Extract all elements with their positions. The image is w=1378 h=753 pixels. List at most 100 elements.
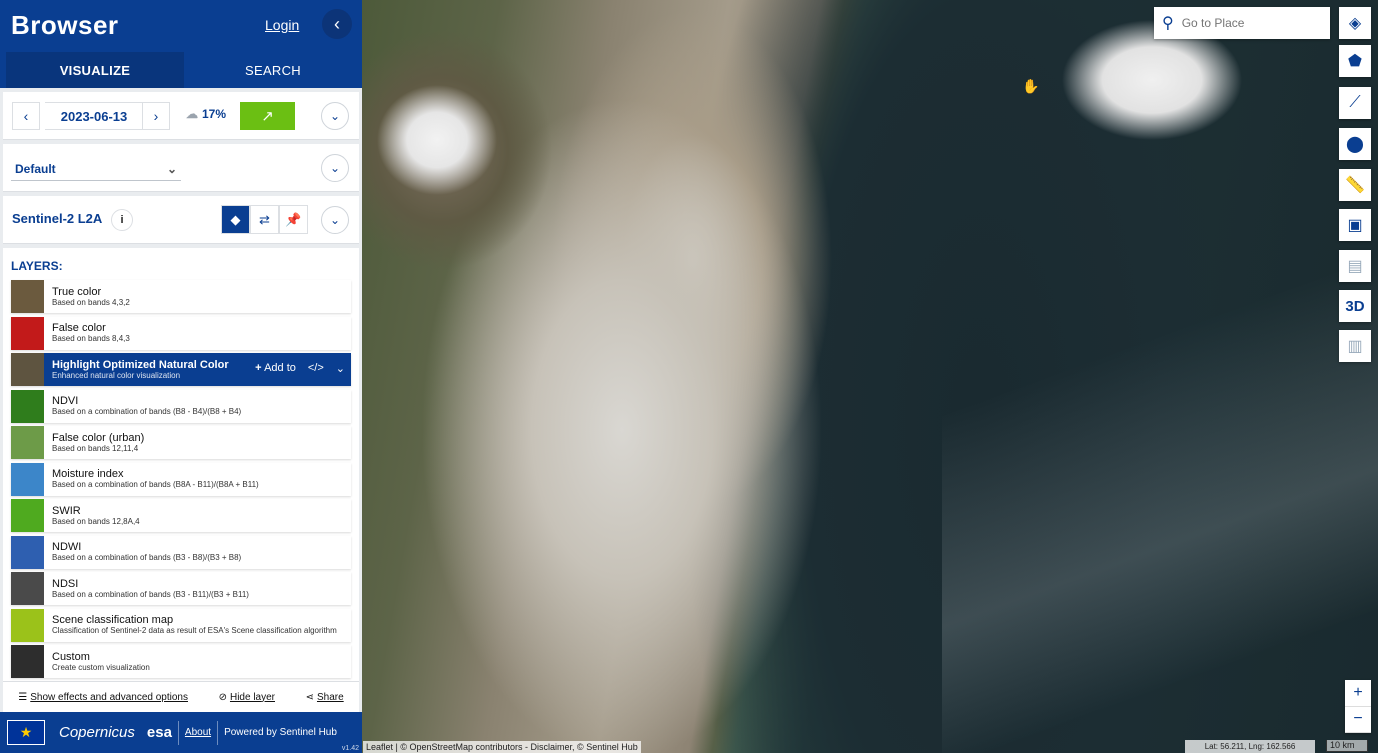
divider — [177, 720, 179, 745]
chevron-down-icon[interactable]: ⌄ — [321, 102, 349, 130]
layer-item[interactable]: False color Based on bands 8,4,3 — [11, 316, 351, 350]
sliders-icon[interactable]: ⇄ — [250, 205, 279, 234]
layer-item[interactable]: False color (urban) Based on bands 12,11,… — [11, 426, 351, 459]
layer-thumbnail — [11, 572, 44, 605]
layer-description: Based on a combination of bands (B3 - B8… — [52, 553, 242, 562]
cloud-coverage[interactable]: ☁ 17% — [186, 107, 226, 121]
layer-item[interactable]: NDWI Based on a combination of bands (B3 … — [11, 535, 351, 569]
layer-description: Classification of Sentinel-2 data as res… — [52, 626, 337, 635]
layers-panel: LAYERS: True color Based on bands 4,3,2 Fa… — [3, 248, 359, 682]
tab-search[interactable]: SEARCH — [184, 52, 362, 88]
image-download-icon[interactable]: ▣ — [1339, 209, 1371, 241]
arrow-up-right-icon[interactable]: ↗ — [240, 102, 295, 130]
copernicus-logo-text: opernicus — [69, 724, 135, 741]
login-link[interactable]: Login — [265, 17, 299, 33]
eu-flag-logo: ★ — [7, 720, 45, 745]
layer-thumbnail — [11, 316, 44, 350]
esa-logo[interactable]: eesasa — [147, 724, 172, 741]
footer: ★ Copernicus eesasa About Powered by Sen… — [0, 712, 362, 753]
date-field[interactable]: 2023-06-13 — [45, 102, 143, 130]
layer-description: Based on bands 4,3,2 — [52, 297, 130, 307]
zoom-control: + − — [1345, 680, 1371, 733]
about-link[interactable]: About — [185, 727, 211, 738]
hide-layer-link[interactable]: ⊘ Hide layer — [219, 692, 275, 703]
chart-icon[interactable]: ▥ — [1339, 330, 1371, 362]
layer-text: NDVI Based on a combination of bands (B8 … — [52, 395, 241, 417]
layer-item[interactable]: NDVI Based on a combination of bands (B8 … — [11, 389, 351, 423]
layer-thumbnail — [11, 426, 44, 459]
layer-thumbnail — [11, 353, 44, 386]
layer-item[interactable]: Highlight Optimized Natural Color Enhance… — [11, 353, 351, 386]
zoom-out-button[interactable]: − — [1345, 707, 1371, 733]
tab-bar: VISUALIZE SEARCH — [0, 52, 362, 88]
pin-icon[interactable]: 📌 — [279, 205, 308, 234]
search-icon: ⚲ — [1162, 15, 1174, 32]
chevron-down-icon[interactable]: ⌄ — [321, 154, 349, 182]
layers-icon[interactable]: ◈ — [1339, 7, 1371, 39]
layer-item[interactable]: Scene classification map Classification o… — [11, 608, 351, 642]
polygon-icon[interactable]: ⬟ — [1339, 45, 1371, 77]
layer-description: Based on bands 12,8A,4 — [52, 516, 140, 526]
zoom-in-button[interactable]: + — [1345, 680, 1371, 707]
layer-item[interactable]: Custom Create custom visualization — [11, 645, 351, 678]
layer-title: Scene classification map — [52, 614, 174, 626]
film-icon[interactable]: ▤ — [1339, 250, 1371, 282]
layer-title: NDSI — [52, 577, 79, 590]
chevron-left-icon[interactable]: ‹ — [12, 102, 40, 130]
add-to-button[interactable]: + Add to — [255, 362, 296, 375]
layer-item[interactable]: SWIR Based on bands 12,8A,4 — [11, 499, 351, 532]
layers-icon[interactable]: ◆ — [221, 205, 250, 234]
layer-text: False color (urban) Based on bands 12,11,… — [52, 432, 144, 454]
layer-thumbnail — [11, 389, 44, 423]
code-icon[interactable]: </> — [308, 362, 324, 375]
layer-text: NDWI Based on a combination of bands (B3 … — [52, 541, 241, 563]
chevron-down-icon[interactable]: ⌄ — [321, 206, 349, 234]
scale-bar: 10 km — [1326, 740, 1368, 752]
marker-icon[interactable]: ⬤ — [1339, 128, 1371, 160]
cloud-coverage-value: 17% — [202, 107, 227, 121]
layer-item[interactable]: NDSI Based on a combination of bands (B3 … — [11, 572, 351, 605]
layer-thumbnail — [11, 499, 44, 532]
layer-description: Based on a combination of bands (B3 - B1… — [52, 589, 249, 599]
layer-text: Highlight Optimized Natural Color Enhance… — [52, 359, 229, 381]
share-icon: ⋖ — [305, 691, 314, 703]
layer-title: Custom — [52, 650, 90, 663]
sliders-icon: ☰ — [18, 691, 28, 703]
info-icon[interactable]: i — [111, 209, 133, 231]
3d-icon[interactable]: 3D — [1339, 290, 1371, 322]
layer-description: Based on bands 8,4,3 — [52, 334, 130, 343]
tab-visualize[interactable]: VISUALIZE — [6, 52, 184, 88]
share-link[interactable]: ⋖ Share — [306, 692, 344, 703]
layer-title: Highlight Optimized Natural Color — [52, 358, 229, 371]
layer-item[interactable]: True color Based on bands 4,3,2 — [11, 280, 351, 313]
layer-list: True color Based on bands 4,3,2 False colo… — [11, 280, 351, 678]
place-search-input[interactable] — [1181, 16, 1312, 30]
chevron-left-icon[interactable]: ‹ — [322, 9, 352, 39]
double-chevron-down-icon[interactable]: ⌄ — [336, 362, 345, 375]
layer-text: Scene classification map Classification o… — [52, 614, 337, 636]
eye-slash-icon: ⊘ — [218, 691, 227, 703]
theme-select[interactable]: Default ⌄ — [11, 157, 181, 181]
layer-description: Create custom visualization — [52, 662, 150, 672]
theme-select-value: Default — [15, 161, 56, 176]
chevron-right-icon[interactable]: › — [142, 102, 170, 130]
share-label: Share — [316, 691, 344, 703]
copernicus-logo[interactable]: Copernicus — [59, 724, 135, 741]
powered-by-text[interactable]: Powered by Sentinel Hub — [224, 727, 337, 738]
ruler-icon[interactable]: 📏 — [1339, 169, 1371, 201]
layer-title: True color — [52, 285, 102, 298]
layer-item[interactable]: Moisture index Based on a combination of … — [11, 462, 351, 496]
layer-actions: + Add to </> ⌄ — [255, 362, 345, 375]
map-canvas[interactable] — [362, 0, 1378, 753]
cloud-icon: ☁ — [186, 107, 198, 121]
show-effects-link[interactable]: ☰ Show effects and advanced options — [18, 692, 188, 703]
place-search[interactable]: ⚲ — [1154, 7, 1330, 39]
show-effects-label: Show effects and advanced options — [30, 691, 188, 703]
layer-text: NDSI Based on a combination of bands (B3 … — [52, 578, 249, 600]
layer-title: Moisture index — [52, 468, 124, 480]
map-attribution[interactable]: Leaflet | © OpenStreetMap contributors -… — [363, 741, 641, 753]
layer-thumbnail — [11, 280, 44, 313]
line-icon[interactable]: ⟋ — [1339, 87, 1371, 119]
bottom-bar: ☰ Show effects and advanced options ⊘ Hide… — [3, 682, 359, 712]
layer-title: False color (urban) — [52, 431, 145, 444]
